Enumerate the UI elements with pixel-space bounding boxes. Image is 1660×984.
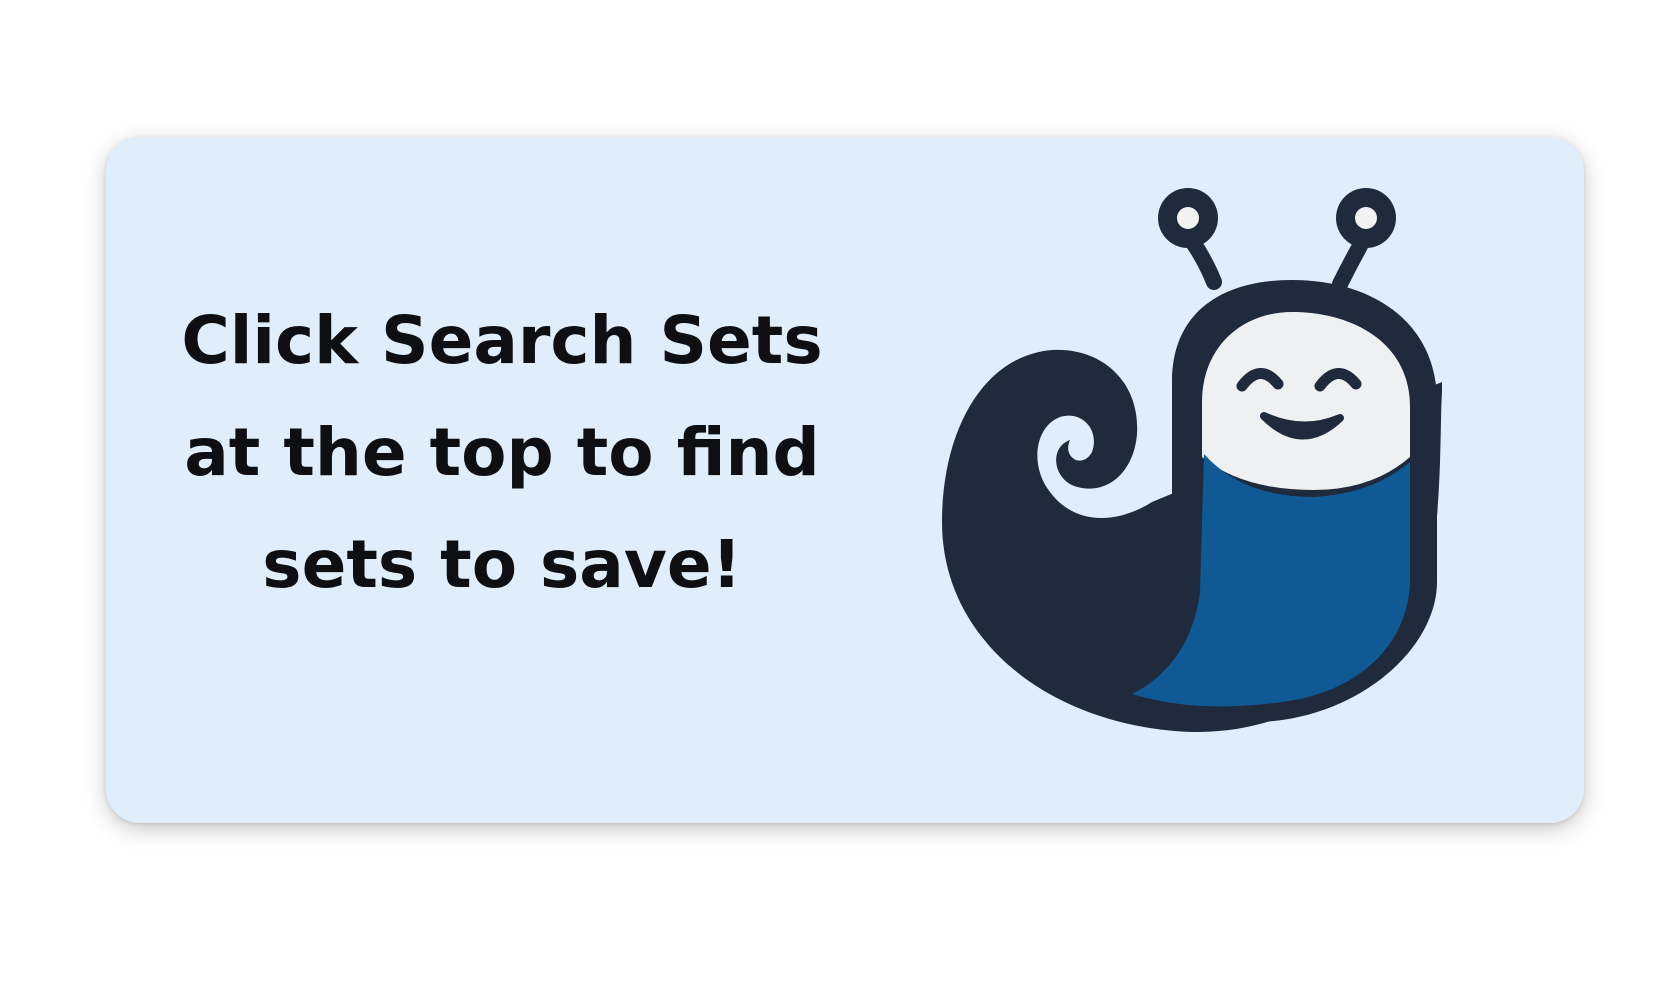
tip-message-line-3: sets to save! xyxy=(262,526,742,603)
tip-message-line-1: Click Search Sets xyxy=(181,302,823,379)
tip-message-line-2: at the top to find xyxy=(184,414,820,491)
tip-card: Click Search Sets at the top to find set… xyxy=(106,137,1584,823)
page: Click Search Sets at the top to find set… xyxy=(0,0,1660,984)
snail-mascot-icon xyxy=(942,188,1442,732)
tip-message: Click Search Sets at the top to find set… xyxy=(142,285,862,621)
